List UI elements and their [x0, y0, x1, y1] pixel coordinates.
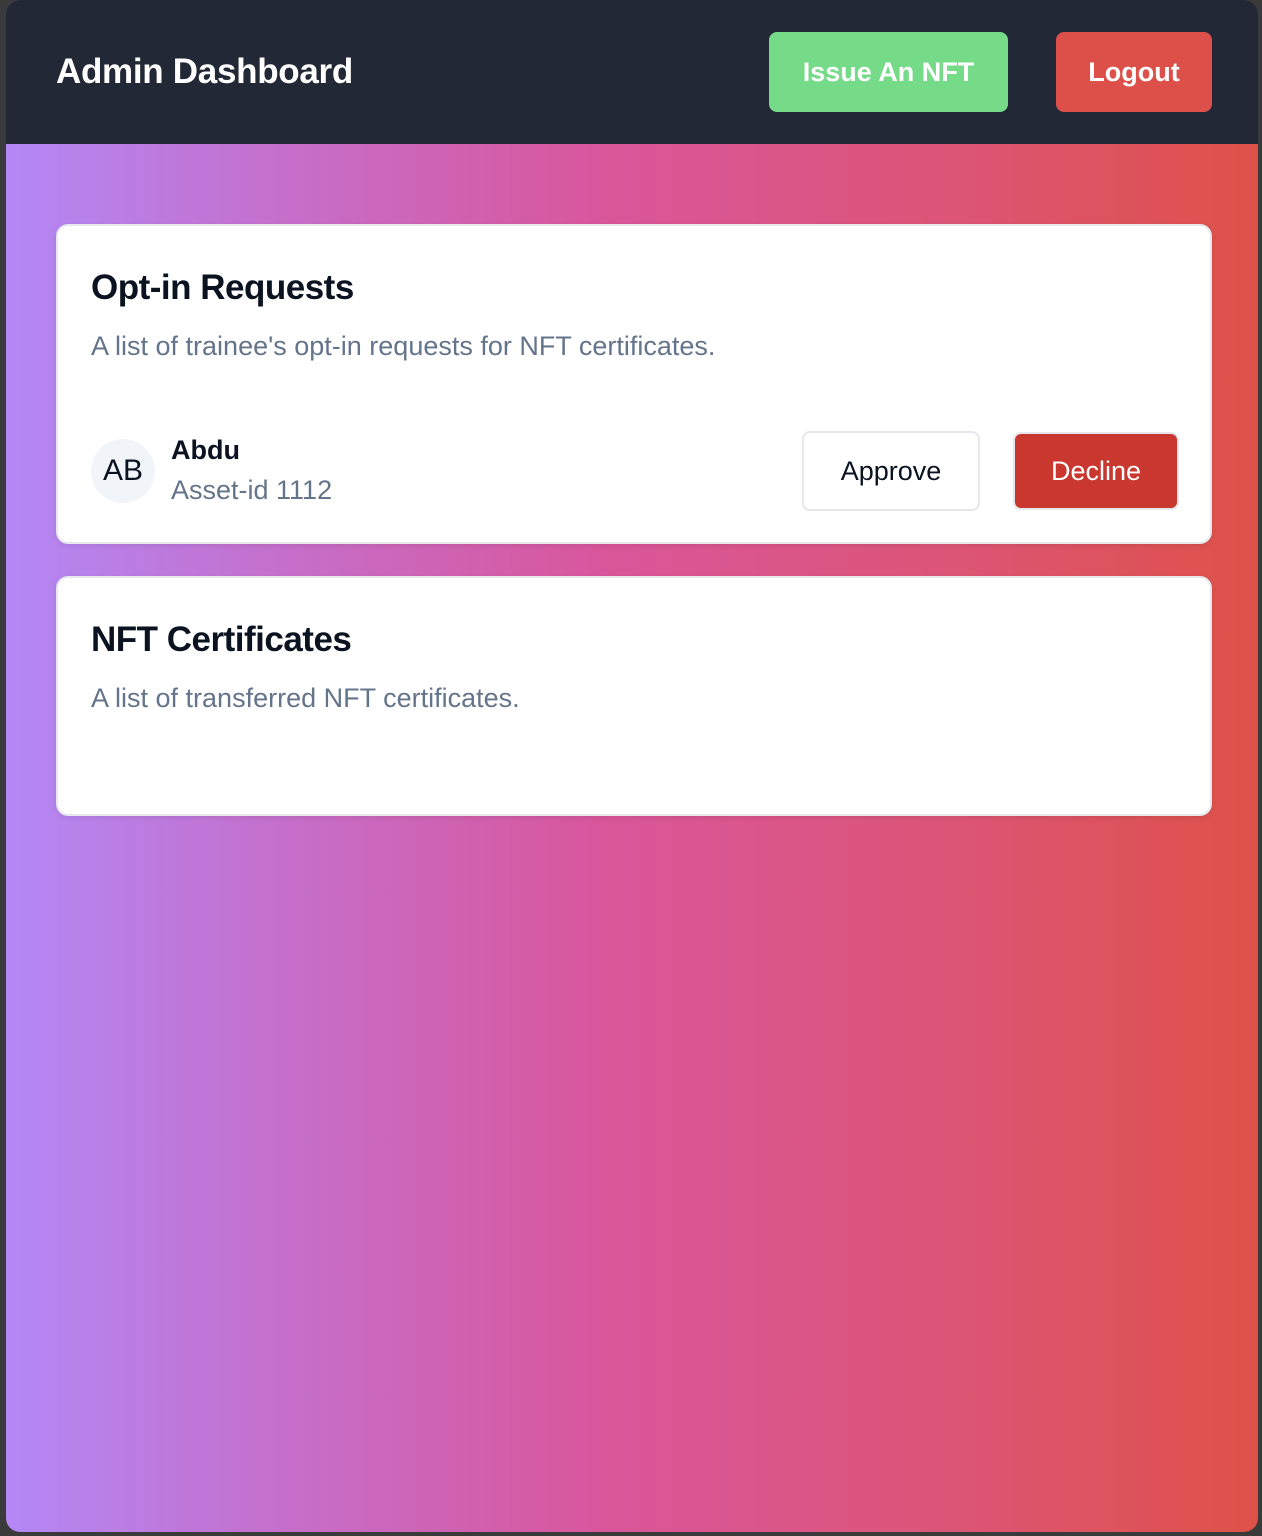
issue-nft-button[interactable]: Issue An NFT: [769, 32, 1008, 112]
request-trainee-name: Abdu: [171, 435, 240, 465]
nft-certificates-title: NFT Certificates: [91, 620, 352, 659]
nft-certificates-card: NFT Certificates A list of transferred N…: [56, 576, 1212, 816]
logout-button[interactable]: Logout: [1056, 32, 1212, 112]
approve-button[interactable]: Approve: [802, 431, 980, 511]
avatar: AB: [91, 439, 155, 503]
request-asset-id: Asset-id 1112: [171, 475, 333, 505]
app-title: Admin Dashboard: [56, 52, 353, 91]
nft-certificates-description: A list of transferred NFT certificates.: [91, 683, 520, 713]
top-navigation-bar: Admin Dashboard Issue An NFT Logout: [6, 0, 1258, 144]
opt-in-requests-card: Opt-in Requests A list of trainee's opt-…: [56, 224, 1212, 544]
app-window: Admin Dashboard Issue An NFT Logout Opt-…: [6, 0, 1258, 1532]
opt-in-requests-title: Opt-in Requests: [91, 268, 354, 307]
decline-button[interactable]: Decline: [1013, 432, 1179, 510]
opt-in-requests-description: A list of trainee's opt-in requests for …: [91, 331, 716, 361]
